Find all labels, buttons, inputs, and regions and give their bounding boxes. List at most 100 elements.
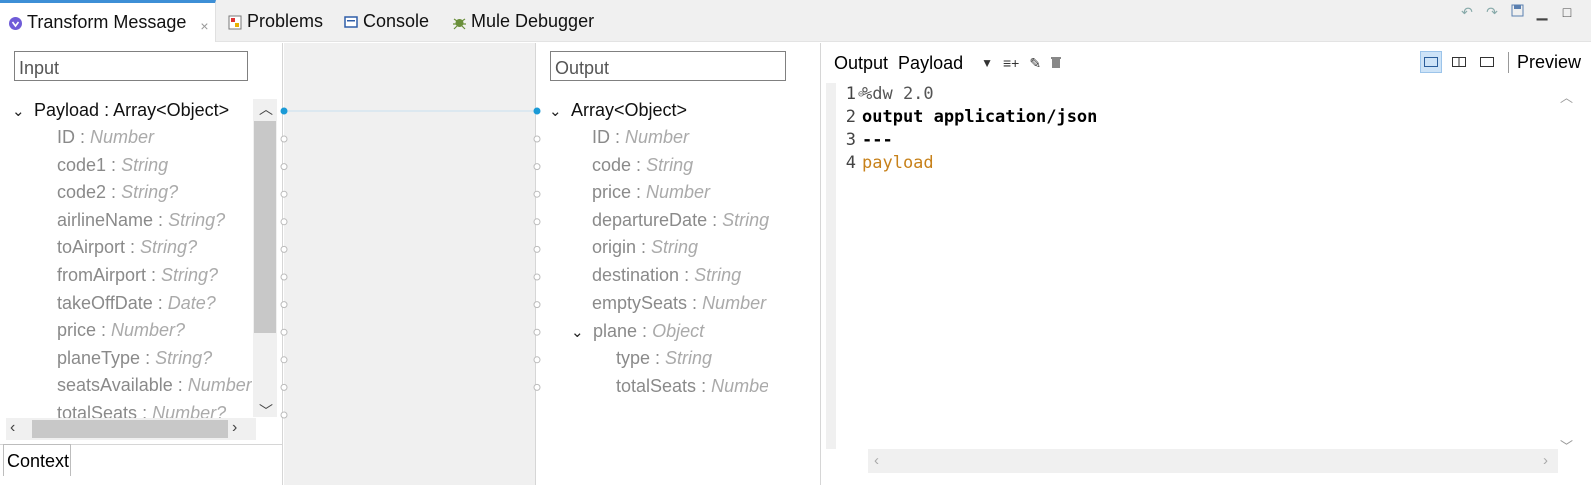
tree-field[interactable]: fromAirport : String? [57, 262, 252, 289]
tree-field[interactable]: takeOffDate : Date? [57, 290, 252, 317]
code-line: 3 --- [845, 130, 893, 150]
field-type: String [651, 237, 699, 258]
field-type: String [646, 154, 694, 175]
field-type: String? [140, 237, 198, 258]
redo-icon[interactable]: ↷ [1484, 4, 1500, 21]
scroll-left-icon[interactable]: ‹ [874, 452, 879, 469]
tree-field[interactable]: airlineName : String? [57, 207, 252, 234]
add-target-icon[interactable]: ≡+ [1003, 55, 1019, 71]
scroll-down-icon[interactable]: ﹀ [1560, 436, 1573, 455]
preview-button[interactable]: Preview [1507, 51, 1581, 73]
code-line: 1 ⊖ %dw 2.0 [845, 84, 934, 104]
console-icon [344, 14, 359, 29]
output-filter-field[interactable]: Output [550, 51, 786, 81]
scroll-thumb[interactable] [32, 420, 228, 438]
input-horizontal-scrollbar[interactable]: ‹ › [6, 418, 256, 440]
tree-field[interactable]: seatsAvailable : Number? [57, 372, 252, 399]
scroll-down-icon[interactable]: ﹀ [259, 401, 273, 421]
field-name: airlineName [57, 209, 154, 230]
field-type: Number [625, 127, 690, 147]
tree-field[interactable]: departureDate : String [592, 207, 769, 234]
tree-field[interactable]: toAirport : String? [57, 234, 252, 261]
tree-field[interactable]: totalSeats : Number [616, 373, 768, 400]
maximize-icon[interactable]: □ [1559, 4, 1575, 21]
source-view-icon[interactable] [1476, 51, 1498, 73]
tree-field[interactable]: price : Number [592, 179, 710, 206]
scroll-thumb[interactable] [254, 121, 276, 333]
close-tab-icon[interactable]: × [200, 18, 208, 34]
code-editor[interactable]: 1 ⊖ %dw 2.0 2 output application/json 3 --- … [836, 83, 1576, 449]
input-filter-field[interactable]: Input [14, 51, 248, 81]
tab-mule-debugger[interactable]: Mule Debugger [452, 0, 594, 42]
editor-gutter [826, 83, 836, 449]
tree-field[interactable]: code1 : String [57, 152, 252, 179]
field-name: emptySeats [592, 292, 688, 313]
field-name: ID [592, 127, 610, 147]
input-root-node[interactable]: ⌄ Payload : Array<Object> [12, 97, 229, 124]
field-type: Number [702, 292, 767, 313]
scroll-left-icon[interactable]: ‹ [10, 419, 15, 437]
scroll-up-icon[interactable]: ︿ [259, 99, 273, 119]
minimize-icon[interactable]: ▁ [1534, 4, 1550, 21]
tree-field[interactable]: type : String [616, 345, 712, 372]
dropdown-icon[interactable]: ▼ [981, 56, 993, 70]
tab-label: Mule Debugger [471, 10, 595, 31]
editor-horizontal-scrollbar[interactable]: ‹ › [868, 449, 1558, 473]
tree-field[interactable]: destination : String [592, 262, 741, 289]
field-name: takeOffDate [57, 292, 153, 313]
chevron-down-icon[interactable]: ⌄ [571, 319, 587, 346]
scroll-up-icon[interactable]: ︿ [1560, 87, 1573, 106]
output-root-node[interactable]: ⌄ Array<Object> [549, 97, 687, 124]
output-plane-node[interactable]: ⌄ plane : Object [571, 318, 704, 345]
tree-field[interactable]: emptySeats : Number [592, 290, 766, 317]
tab-console[interactable]: Console [344, 0, 429, 42]
field-type: Number [646, 182, 711, 203]
output-label: Output [834, 52, 889, 73]
undo-icon[interactable]: ↶ [1459, 4, 1475, 21]
tree-field[interactable]: origin : String [592, 234, 698, 261]
scroll-right-icon[interactable]: › [1543, 452, 1548, 469]
output-target-select[interactable]: Payload [898, 53, 963, 74]
field-type: Number? [111, 320, 186, 341]
tree-field[interactable]: ID : Number [57, 124, 252, 151]
input-pane: Input ⌄ Payload : Array<Object> ID : Numb… [0, 43, 283, 485]
tree-field[interactable]: code2 : String? [57, 179, 252, 206]
save-icon[interactable] [1509, 4, 1525, 21]
field-name: departureDate [592, 209, 708, 230]
tab-label: Console [363, 10, 430, 31]
graphics-view-icon[interactable] [1419, 51, 1442, 73]
editor-toolbar: Output Payload ▼ ≡+ ✎ Preview [822, 43, 1591, 83]
field-type: Number [90, 127, 155, 147]
script-editor-pane: Output Payload ▼ ≡+ ✎ Preview 1 ⊖ %dw 2.0 … [822, 43, 1591, 485]
tab-problems[interactable]: Problems [228, 0, 323, 42]
field-type: String [722, 209, 770, 230]
delete-icon[interactable] [1051, 55, 1062, 71]
tree-field[interactable]: ID : Number [592, 124, 689, 151]
split-view-icon[interactable] [1448, 51, 1470, 73]
editor-vertical-scrollbar[interactable]: ︿ ﹀ [1557, 83, 1577, 454]
field-name: origin [592, 237, 637, 258]
scroll-right-icon[interactable]: › [232, 419, 237, 437]
mapping-canvas[interactable] [284, 43, 536, 485]
field-type: String? [155, 347, 213, 368]
edit-icon[interactable]: ✎ [1029, 55, 1041, 72]
tree-field[interactable]: code : String [592, 152, 693, 179]
window-controls: ↶ ↷ ▁ □ [1459, 4, 1575, 21]
tab-transform-message[interactable]: Transform Message × [0, 0, 216, 42]
field-type: String? [161, 265, 219, 285]
tree-field[interactable]: price : Number? [57, 317, 252, 344]
input-vertical-scrollbar[interactable]: ︿ ﹀ [253, 99, 277, 419]
view-tab-bar: Transform Message × Problems Console Mul… [0, 0, 1591, 42]
view-mode-buttons: Preview [1419, 51, 1581, 73]
tab-context[interactable]: Context [3, 444, 71, 476]
tree-field[interactable]: planeType : String? [57, 345, 252, 372]
field-type: String [121, 154, 169, 175]
code-line: 4 payload [845, 153, 934, 173]
field-type: String? [168, 209, 226, 230]
chevron-down-icon[interactable]: ⌄ [549, 98, 565, 125]
dataweave-icon [8, 15, 23, 30]
field-type: String [694, 265, 742, 285]
field-name: code1 [57, 154, 107, 175]
field-name: code [592, 154, 632, 175]
chevron-down-icon[interactable]: ⌄ [12, 98, 28, 125]
